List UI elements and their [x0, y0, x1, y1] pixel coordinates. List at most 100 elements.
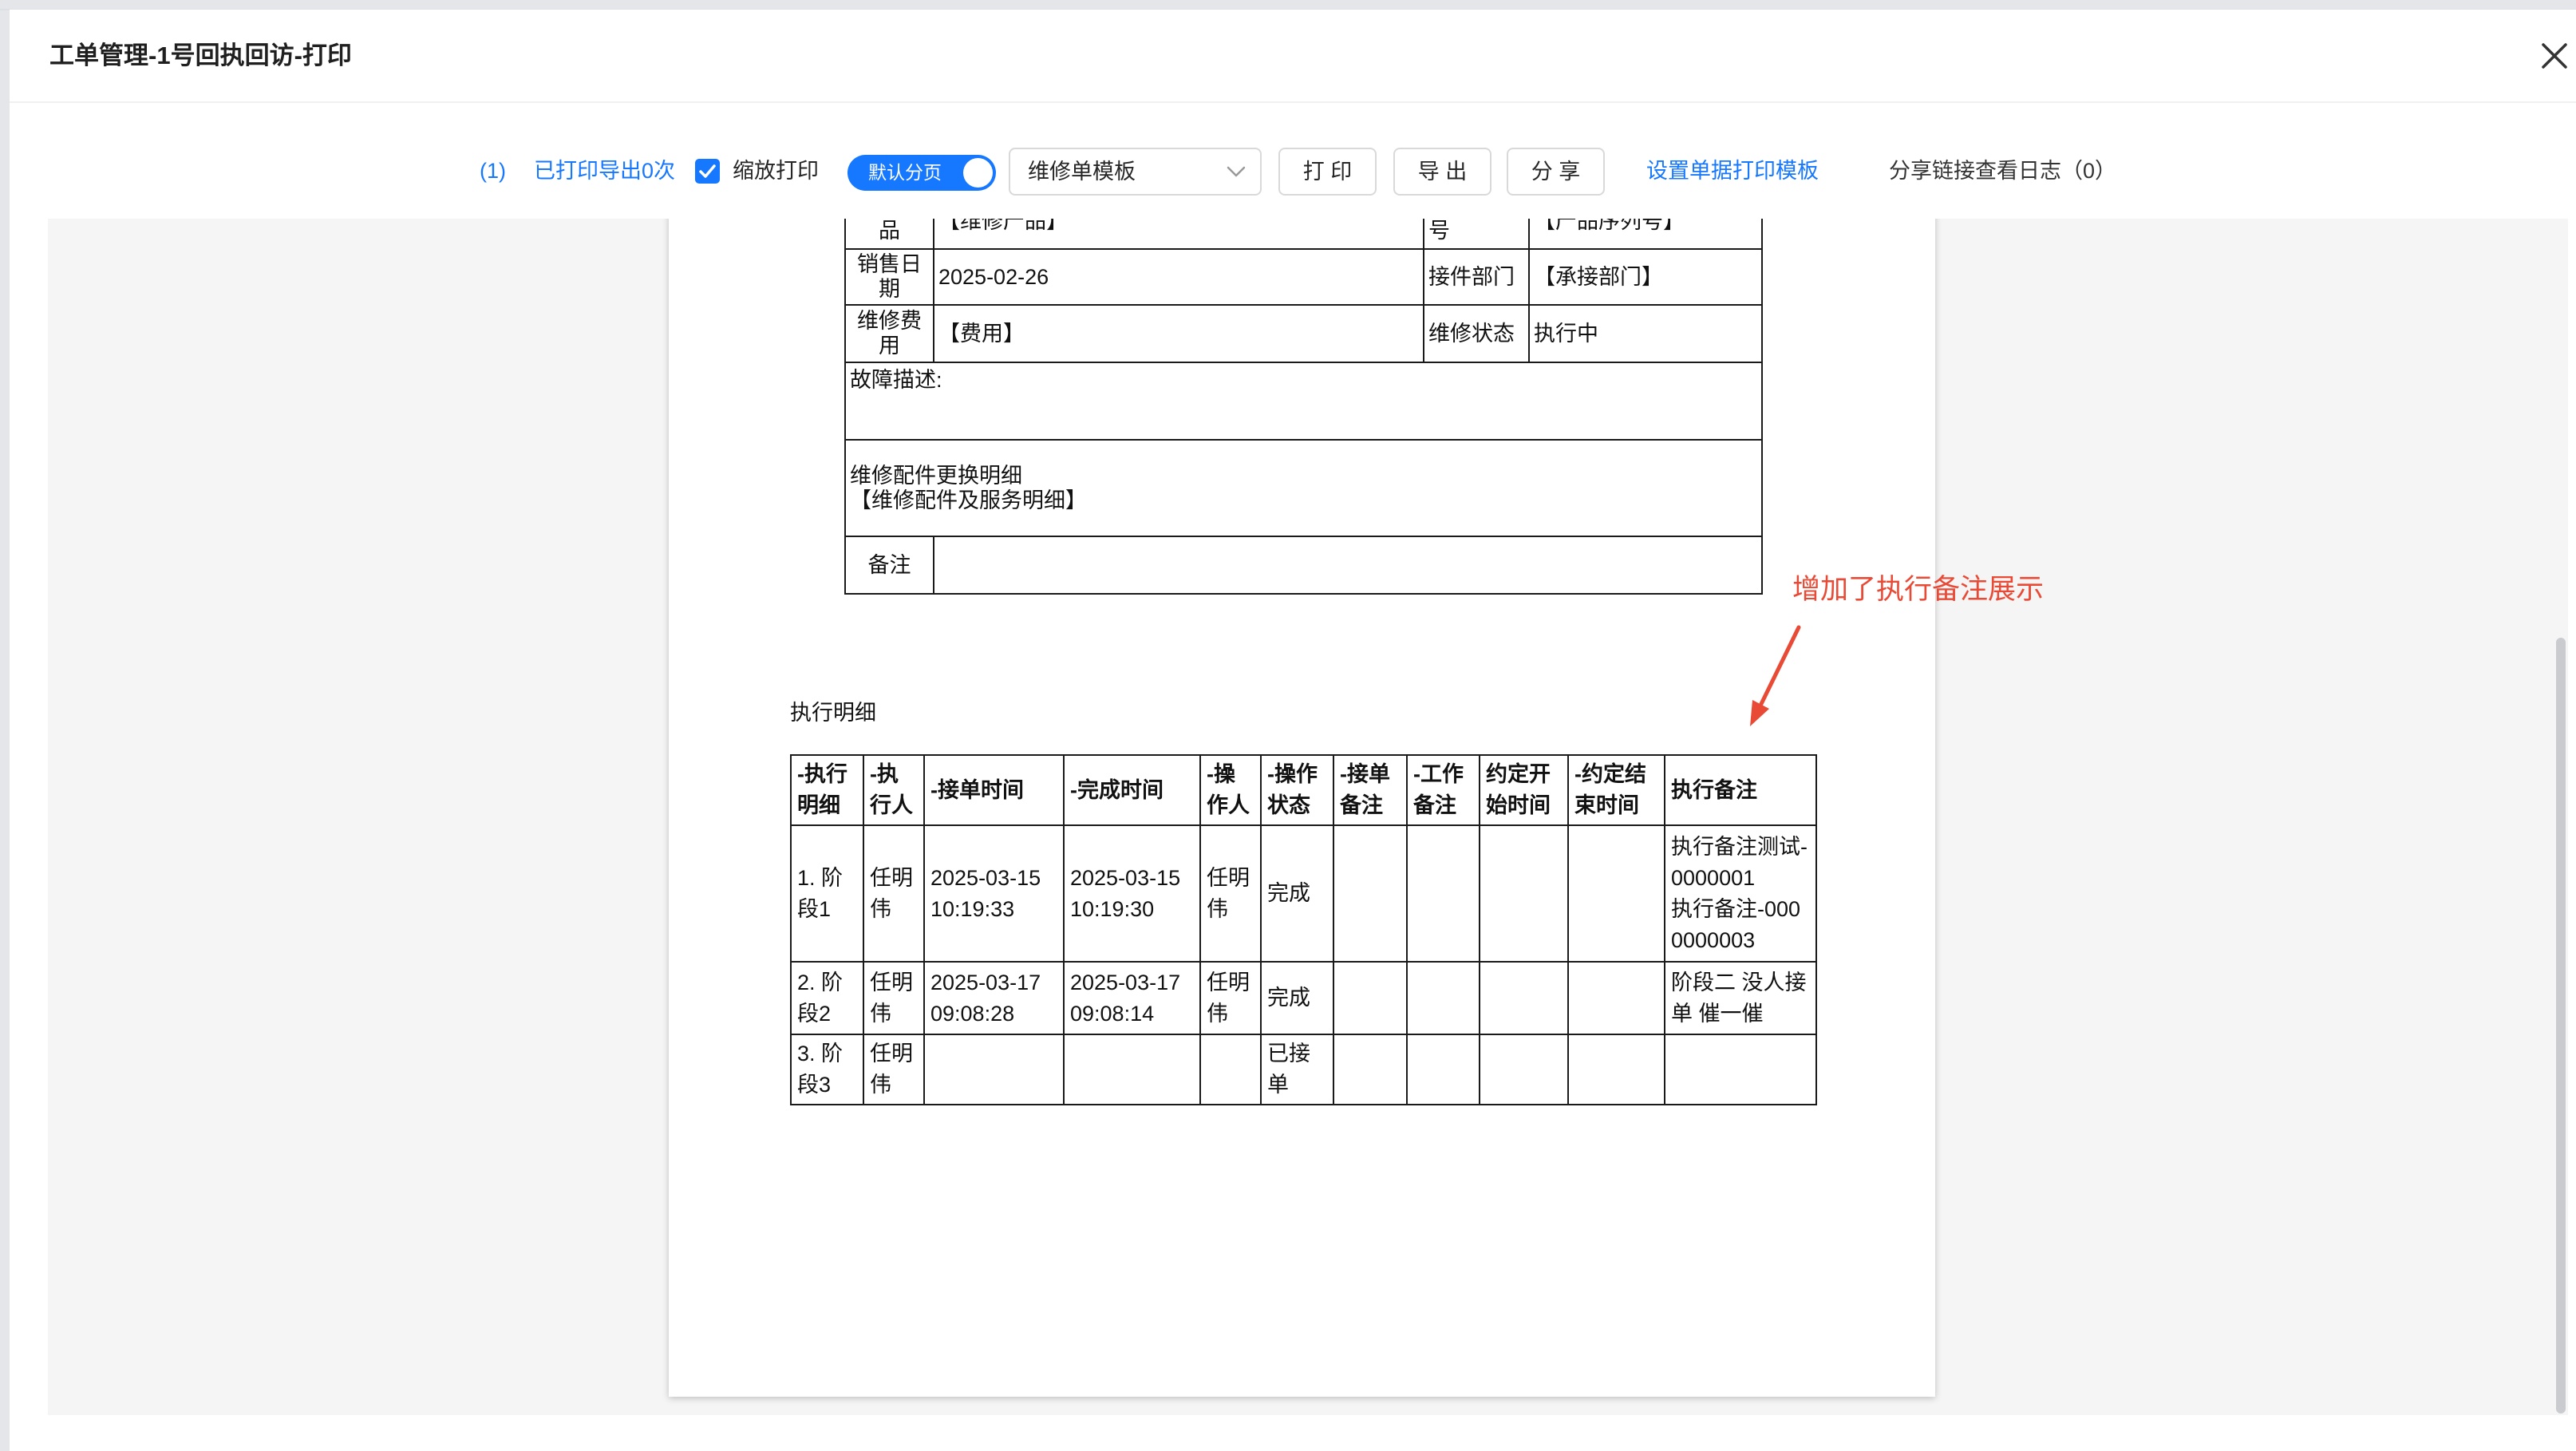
- column-header: -接单备注: [1333, 754, 1408, 826]
- cell-operator: 任明伟: [1199, 824, 1262, 963]
- column-header: -执行明细: [790, 754, 864, 826]
- table-row: 备注: [844, 536, 1763, 595]
- column-header: -完成时间: [1063, 754, 1201, 826]
- print-preview-area[interactable]: 品 【维修产品】 号 【产品序列号】 销售日期 2025-02-26 接件部门 …: [48, 219, 2568, 1415]
- share-button[interactable]: 分 享: [1507, 148, 1605, 196]
- execution-note: 执行备注测试-0000001: [1671, 834, 1808, 890]
- table-row: 品 【维修产品】 号 【产品序列号】: [844, 219, 1763, 250]
- table-row: 故障描述:: [844, 362, 1763, 441]
- print-index-link[interactable]: (1): [480, 155, 506, 187]
- execution-section-title: 执行明细: [790, 701, 876, 725]
- cell-agreed-end: [1567, 824, 1665, 963]
- column-header: -操作人: [1199, 754, 1262, 826]
- cell-execution-notes: 执行备注测试-0000001 执行备注-0000000003: [1664, 824, 1817, 963]
- print-button[interactable]: 打 印: [1278, 148, 1377, 196]
- cell-work-note: [1406, 1034, 1480, 1105]
- column-header: -操作状态: [1260, 754, 1334, 826]
- cell-agreed-start: [1479, 824, 1569, 963]
- cell-execution-notes: 阶段二 没人接单 催一催: [1664, 961, 1817, 1035]
- cell-operation-status: 完成: [1260, 961, 1334, 1035]
- field-label: 品: [844, 219, 934, 250]
- parts-detail-value: 【维修配件及服务明细】: [850, 488, 1087, 512]
- field-label: 维修状态: [1423, 304, 1530, 363]
- cell-operator: [1199, 1034, 1262, 1105]
- field-value: 2025-02-26: [933, 248, 1424, 306]
- cell-complete-time: 2025-03-15 10:19:30: [1063, 824, 1201, 963]
- cell-accept-note: [1333, 961, 1408, 1035]
- cell-agreed-start: [1479, 961, 1569, 1035]
- fault-description: 故障描述:: [844, 362, 1763, 441]
- default-pagination-toggle[interactable]: 默认分页: [847, 155, 996, 191]
- cell-execution-notes: [1664, 1034, 1817, 1105]
- cell-agreed-end: [1567, 1034, 1665, 1105]
- modal-title: 工单管理-1号回执回访-打印: [49, 42, 352, 69]
- execution-table: -执行明细 -执行人 -接单时间 -完成时间 -操作人 -操作状态 -接单备注 …: [790, 754, 1817, 1105]
- field-label: 接件部门: [1423, 248, 1530, 306]
- column-header: -执行人: [863, 754, 925, 826]
- share-log-link[interactable]: 分享链接查看日志（0）: [1889, 155, 2116, 187]
- header-divider: [10, 101, 2576, 103]
- cell-stage: 3. 阶段3: [790, 1034, 864, 1105]
- field-label: 维修费用: [844, 304, 934, 363]
- execution-note: 阶段二 没人接单 催一催: [1671, 970, 1807, 1026]
- template-select[interactable]: 维修单模板: [1009, 148, 1262, 196]
- column-header: -约定结束时间: [1567, 754, 1665, 826]
- cell-operation-status: 已接单: [1260, 1034, 1334, 1105]
- column-header: -工作备注: [1406, 754, 1480, 826]
- arrow-icon: [1732, 618, 1819, 737]
- cell-agreed-end: [1567, 961, 1665, 1035]
- cell-accept-time: [923, 1034, 1065, 1105]
- cell-executor: 任明伟: [863, 961, 925, 1035]
- cell-accept-time: 2025-03-17 09:08:28: [923, 961, 1065, 1035]
- cell-agreed-start: [1479, 1034, 1569, 1105]
- set-print-template-link[interactable]: 设置单据打印模板: [1646, 155, 1819, 187]
- cell-stage: 2. 阶段2: [790, 961, 864, 1035]
- parts-detail: 维修配件更换明细 【维修配件及服务明细】: [844, 439, 1763, 537]
- field-value: 【承接部门】: [1528, 248, 1763, 306]
- remarks-value: [933, 536, 1763, 595]
- zoom-print-checkbox[interactable]: [695, 159, 720, 184]
- cell-executor: 任明伟: [863, 824, 925, 963]
- cell-accept-note: [1333, 1034, 1408, 1105]
- repair-info-table: 品 【维修产品】 号 【产品序列号】 销售日期 2025-02-26 接件部门 …: [844, 219, 1763, 595]
- check-icon: [699, 164, 716, 178]
- field-value: 【费用】: [933, 304, 1424, 363]
- table-header-row: -执行明细 -执行人 -接单时间 -完成时间 -操作人 -操作状态 -接单备注 …: [790, 754, 1817, 826]
- cell-complete-time: [1063, 1034, 1201, 1105]
- cell-accept-note: [1333, 824, 1408, 963]
- close-button[interactable]: [2539, 41, 2570, 71]
- parts-detail-label: 维修配件更换明细: [850, 463, 1022, 488]
- cell-executor: 任明伟: [863, 1034, 925, 1105]
- template-select-value: 维修单模板: [1028, 160, 1136, 184]
- cell-work-note: [1406, 961, 1480, 1035]
- print-export-count-link[interactable]: 已打印导出0次: [534, 155, 675, 187]
- toggle-label: 默认分页: [868, 162, 942, 183]
- table-row: 2. 阶段2 任明伟 2025-03-17 09:08:28 2025-03-1…: [790, 961, 1817, 1035]
- cell-accept-time: 2025-03-15 10:19:33: [923, 824, 1065, 963]
- field-label: 销售日期: [844, 248, 934, 306]
- column-header: -接单时间: [923, 754, 1065, 826]
- column-header: 执行备注: [1664, 754, 1817, 826]
- table-row: 1. 阶段1 任明伟 2025-03-15 10:19:33 2025-03-1…: [790, 824, 1817, 963]
- remarks-label: 备注: [844, 536, 934, 595]
- chevron-down-icon: [1227, 165, 1246, 178]
- cell-complete-time: 2025-03-17 09:08:14: [1063, 961, 1201, 1035]
- table-row: 3. 阶段3 任明伟 已接单: [790, 1034, 1817, 1105]
- table-row: 销售日期 2025-02-26 接件部门 【承接部门】: [844, 248, 1763, 306]
- toggle-knob: [963, 158, 993, 188]
- execution-note: 执行备注-0000000003: [1671, 896, 1801, 952]
- vertical-scrollbar[interactable]: [2556, 638, 2566, 1413]
- column-header: 约定开始时间: [1479, 754, 1569, 826]
- print-paper: 品 【维修产品】 号 【产品序列号】 销售日期 2025-02-26 接件部门 …: [669, 219, 1935, 1397]
- annotation-text: 增加了执行备注展示: [1792, 574, 2045, 605]
- table-row: 维修配件更换明细 【维修配件及服务明细】: [844, 439, 1763, 537]
- zoom-print-label[interactable]: 缩放打印: [733, 155, 819, 187]
- field-value: 执行中: [1528, 304, 1763, 363]
- cell-stage: 1. 阶段1: [790, 824, 864, 963]
- field-value: 【维修产品】: [933, 219, 1424, 250]
- cell-operator: 任明伟: [1199, 961, 1262, 1035]
- cell-work-note: [1406, 824, 1480, 963]
- table-row: 维修费用 【费用】 维修状态 执行中: [844, 304, 1763, 363]
- export-button[interactable]: 导 出: [1393, 148, 1491, 196]
- field-label: 号: [1423, 219, 1530, 250]
